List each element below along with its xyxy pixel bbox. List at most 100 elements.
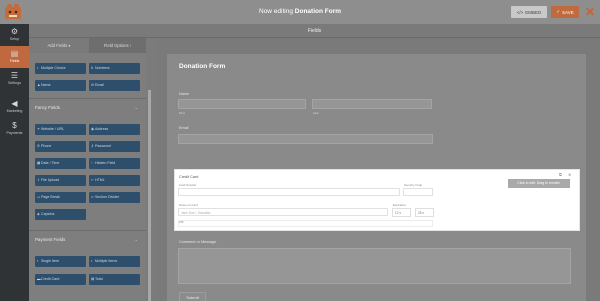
field-button-label: Page Break — [41, 195, 60, 199]
field-button[interactable]: ▪ Single Item — [35, 256, 86, 267]
copy-icon[interactable]: ⧉ — [559, 172, 562, 177]
tags-icon: ▪ — [91, 259, 93, 263]
field-button[interactable]: ✉ Email — [89, 80, 140, 91]
left-nav: ⚙ Setup ▤ Fields ☰ Settings ◀ Marketing … — [0, 24, 29, 301]
field-button-label: Captcha — [41, 212, 55, 216]
field-button[interactable]: ⇧ File Upload — [35, 175, 86, 186]
field-button[interactable]: ⚭ Website / URL — [35, 124, 86, 135]
field-button-label: Address — [95, 127, 109, 131]
field-button-label: Phone — [41, 144, 52, 148]
link-icon: ⚭ — [37, 127, 41, 131]
field-button[interactable]: ▪ Multiple Items — [89, 256, 140, 267]
security-code-input[interactable] — [403, 188, 433, 196]
list-icon: ▪ — [37, 66, 39, 70]
divider — [29, 230, 146, 231]
year-value: 25 — [418, 211, 422, 215]
last-name-input[interactable] — [312, 99, 432, 109]
check-icon: ✓ — [556, 9, 561, 14]
chevron-down-icon: ⌄ — [134, 105, 138, 110]
chevron-down-icon: ⌄ — [134, 237, 138, 242]
form-title: Donation Form — [179, 63, 226, 70]
save-button[interactable]: ✓ SAVE — [551, 6, 579, 18]
field-button[interactable]: ▪ Multiple Choice — [35, 63, 86, 74]
tag-icon: ▪ — [37, 259, 39, 263]
embed-label: EMBED — [525, 9, 542, 15]
shield-icon: ◈ — [37, 212, 40, 216]
expiration-label: Expiration — [393, 203, 406, 207]
nav-label: Setup — [9, 37, 20, 41]
payment-fields-header[interactable]: Payment Fields ⌄ — [35, 237, 140, 242]
field-button-label: Section Divider — [95, 195, 120, 199]
field-button-label: Multiple Items — [95, 259, 118, 263]
fields-icon: ▤ — [10, 49, 19, 58]
cc-label: Credit Card — [179, 175, 199, 179]
top-bar: Now editing Donation Form </> EMBED ✓ SA… — [0, 0, 600, 24]
close-icon[interactable]: ✕ — [583, 5, 597, 19]
phone-icon: ✆ — [37, 144, 41, 148]
nav-item-payments[interactable]: $ Payments — [0, 118, 29, 140]
field-button[interactable]: ◈ Captcha — [35, 209, 86, 220]
section-title: Payment Fields — [35, 237, 66, 242]
page-break-icon: ▭ — [37, 195, 41, 199]
sliders-icon: ☰ — [10, 71, 19, 80]
first-name-input[interactable] — [178, 99, 306, 109]
comment-textarea[interactable] — [178, 248, 571, 284]
field-button[interactable]: ▦ Date / Time — [35, 158, 86, 169]
editing-prefix: Now editing — [259, 8, 293, 15]
tab-add-fields[interactable]: Add Fields ▾ — [29, 38, 89, 53]
save-label: SAVE — [562, 9, 574, 15]
field-button[interactable]: ▤ Total — [89, 274, 140, 285]
calendar-icon: ▦ — [37, 161, 41, 165]
nav-label: Settings — [8, 81, 21, 85]
nav-item-setup[interactable]: ⚙ Setup — [0, 24, 29, 46]
divider-icon: ═ — [91, 195, 94, 199]
field-button-label: Single Item — [41, 259, 59, 263]
name-label: Name — [179, 92, 190, 96]
code-icon: </> — [516, 9, 524, 15]
nav-label: Payments — [6, 131, 23, 135]
field-button[interactable]: ◌ Hidden Field — [89, 158, 140, 169]
field-button-label: Multiple Choice — [41, 66, 66, 70]
field-button[interactable]: ◉ Address — [89, 124, 140, 135]
last-sublabel: Last — [313, 111, 319, 115]
credit-card-icon: ▬ — [37, 277, 41, 281]
submit-button[interactable]: Submit — [179, 292, 206, 301]
name-on-card-input[interactable]: Jane Doe / Jhonatan — [178, 208, 388, 216]
form-name: Donation Form — [294, 8, 341, 15]
edit-drag-hint-button[interactable]: Click to edit. Drag to reorder. — [508, 179, 570, 188]
field-button[interactable]: ‹› HTML — [89, 175, 140, 186]
editing-title: Now editing Donation Form — [0, 8, 600, 15]
panel-scrollbar[interactable] — [148, 90, 151, 301]
nav-item-marketing[interactable]: ◀ Marketing — [0, 96, 29, 118]
field-button[interactable]: ═ Section Divider — [89, 192, 140, 203]
field-button-label: Name — [41, 83, 51, 87]
expiration-year-select[interactable]: 25 ▾ — [415, 208, 434, 217]
field-button[interactable]: ▲ Name — [35, 80, 86, 91]
fields-panel: Add Fields ▾ Field Options › ▪ Multiple C… — [29, 38, 146, 301]
email-label: Email — [179, 126, 189, 130]
eye-slash-icon: ◌ — [91, 161, 94, 165]
divider — [29, 98, 146, 99]
hash-icon: # — [91, 66, 93, 70]
mail-icon: ✉ — [91, 83, 95, 87]
email-input[interactable] — [178, 134, 433, 144]
field-button[interactable]: ⚷ Password — [89, 141, 140, 152]
delete-icon[interactable]: ⊗ — [568, 172, 571, 177]
field-button[interactable]: # Numbers — [89, 63, 140, 74]
field-button-label: Date / Time — [41, 161, 60, 165]
field-button[interactable]: ✆ Phone — [35, 141, 86, 152]
expiration-month-select[interactable]: 12 ▾ — [392, 208, 411, 217]
field-button-label: Password — [95, 144, 111, 148]
tab-field-options[interactable]: Field Options › — [89, 38, 146, 53]
field-button[interactable]: ▭ Page Break — [35, 192, 86, 203]
zip-input[interactable] — [178, 220, 433, 227]
field-button-label: Numbers — [95, 66, 110, 70]
field-button[interactable]: ▬ Credit Card — [35, 274, 86, 285]
fancy-fields-header[interactable]: Fancy Fields ⌄ — [35, 105, 140, 110]
embed-button[interactable]: </> EMBED — [511, 6, 547, 18]
credit-card-field[interactable]: Credit Card ⧉ ⊗ Card Number Security Cod… — [175, 170, 579, 230]
nav-item-fields[interactable]: ▤ Fields — [0, 46, 29, 68]
nav-item-settings[interactable]: ☰ Settings — [0, 68, 29, 90]
card-number-input[interactable] — [178, 188, 400, 196]
month-value: 12 — [395, 211, 399, 215]
